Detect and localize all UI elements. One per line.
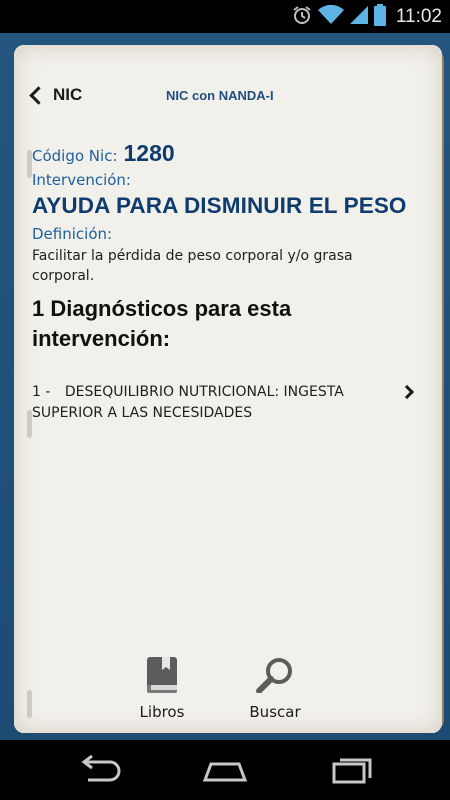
diagnosis-list-item[interactable]: 1 - DESEQUILIBRIO NUTRICIONAL: INGESTA S…	[32, 382, 422, 424]
nic-details: Código Nic: 1280 Intervención: AYUDA PAR…	[32, 135, 432, 424]
home-icon	[197, 762, 253, 790]
search-icon	[256, 657, 294, 697]
signal-icon	[349, 5, 368, 29]
intervention-title: AYUDA PARA DISMINUIR EL PESO	[32, 193, 407, 218]
chevron-right-icon	[399, 384, 415, 400]
system-back-button[interactable]	[72, 754, 128, 786]
status-icons: 11:02	[292, 0, 442, 33]
wifi-icon	[317, 4, 344, 29]
back-label: NIC	[53, 85, 83, 104]
diagnosis-text: 1 - DESEQUILIBRIO NUTRICIONAL: INGESTA S…	[32, 382, 390, 424]
code-value: 1280	[123, 140, 175, 166]
book-icon	[145, 657, 179, 697]
buscar-label: Buscar	[249, 703, 301, 721]
diagnosis-label: DESEQUILIBRIO NUTRICIONAL: INGESTA SUPER…	[32, 384, 344, 421]
system-recent-apps-button[interactable]	[322, 754, 378, 786]
header: NIC NIC con NANDA-I	[14, 45, 442, 135]
page-title: NIC con NANDA-I	[166, 88, 274, 103]
definition-label: Definición:	[32, 225, 113, 243]
battery-icon	[373, 3, 386, 30]
back-arrow-icon	[72, 754, 128, 790]
diagnoses-heading: 1 Diagnósticos para esta intervención:	[32, 296, 292, 351]
code-row: Código Nic: 1280	[32, 140, 432, 167]
buscar-button[interactable]: Buscar	[225, 657, 325, 721]
system-nav-bar	[0, 740, 450, 800]
back-button[interactable]: NIC	[29, 85, 83, 105]
intervention-label: Intervención:	[32, 171, 131, 189]
status-time: 11:02	[395, 5, 442, 27]
alarm-icon	[292, 5, 312, 29]
recent-apps-icon	[322, 758, 378, 790]
status-bar: 11:02	[0, 0, 450, 33]
code-label: Código Nic:	[32, 147, 118, 165]
system-home-button[interactable]	[197, 754, 253, 786]
bottom-nav: Libros Buscar	[14, 657, 442, 727]
libros-label: Libros	[139, 703, 185, 721]
libros-button[interactable]: Libros	[112, 657, 212, 721]
chevron-left-icon	[29, 86, 48, 105]
notebook-page: NIC NIC con NANDA-I Código Nic: 1280 Int…	[14, 45, 442, 733]
diagnosis-number: 1 -	[32, 384, 51, 400]
definition-text: Facilitar la pérdida de peso corporal y/…	[32, 248, 353, 284]
